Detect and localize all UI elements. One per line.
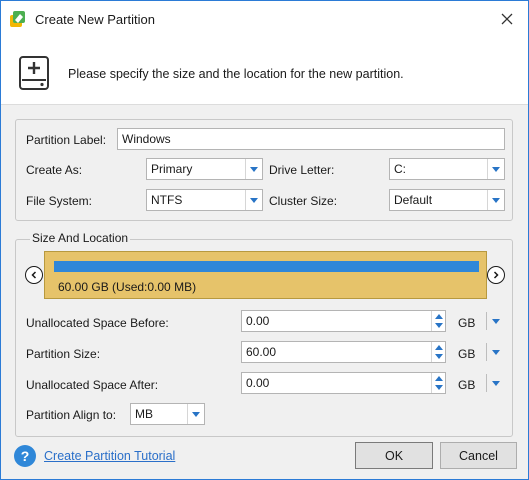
chevron-down-icon[interactable] — [487, 159, 504, 179]
space-after-unit: GB — [458, 378, 476, 392]
divider — [486, 374, 487, 392]
cancel-button[interactable]: Cancel — [440, 442, 517, 469]
space-before-input[interactable]: 0.00 — [241, 310, 446, 332]
partition-align-caption: Partition Align to: — [26, 408, 117, 422]
partition-align-dropdown[interactable]: MB — [130, 403, 205, 425]
partition-size-value: 60.00 — [246, 345, 277, 359]
tutorial-link[interactable]: Create Partition Tutorial — [44, 449, 175, 463]
close-icon[interactable] — [495, 8, 519, 30]
space-before-caption: Unallocated Space Before: — [26, 316, 169, 330]
partition-align-value: MB — [135, 407, 153, 421]
create-as-dropdown[interactable]: Primary — [146, 158, 263, 180]
file-system-dropdown[interactable]: NTFS — [146, 189, 263, 211]
chevron-down-icon[interactable] — [245, 159, 262, 179]
space-after-spinner[interactable] — [431, 373, 445, 393]
chevron-down-icon[interactable] — [487, 190, 504, 210]
space-after-value: 0.00 — [246, 376, 270, 390]
dialog-window: Create New Partition Please specify the … — [0, 0, 529, 480]
drive-letter-value: C: — [394, 162, 406, 176]
size-and-location-title: Size And Location — [30, 231, 131, 245]
space-before-value: 0.00 — [246, 314, 270, 328]
chevron-down-icon[interactable] — [187, 404, 204, 424]
partition-label-caption: Partition Label: — [26, 133, 107, 147]
partition-size-input[interactable]: 60.00 — [241, 341, 446, 363]
space-after-input[interactable]: 0.00 — [241, 372, 446, 394]
chevron-down-icon[interactable] — [489, 311, 503, 331]
partition-label-input[interactable]: Windows — [117, 128, 505, 150]
ok-button[interactable]: OK — [355, 442, 433, 469]
space-before-unit: GB — [458, 316, 476, 330]
partition-size-spinner[interactable] — [431, 342, 445, 362]
chevron-down-icon[interactable] — [245, 190, 262, 210]
partition-size-unit: GB — [458, 347, 476, 361]
chevron-down-icon[interactable] — [489, 373, 503, 393]
create-as-caption: Create As: — [26, 163, 83, 177]
title-bar: Create New Partition — [1, 1, 528, 39]
instruction-text: Please specify the size and the location… — [68, 67, 404, 81]
partition-label-value: Windows — [122, 132, 171, 146]
app-icon — [8, 9, 28, 29]
drive-letter-dropdown[interactable]: C: — [389, 158, 505, 180]
drive-letter-caption: Drive Letter: — [269, 163, 335, 177]
create-as-value: Primary — [151, 162, 193, 176]
partition-layout-block[interactable]: 60.00 GB (Used:0.00 MB) — [44, 251, 487, 299]
cluster-size-caption: Cluster Size: — [269, 194, 338, 208]
divider — [486, 343, 487, 361]
new-partition-disk-icon — [18, 55, 50, 91]
file-system-value: NTFS — [151, 193, 183, 207]
divider — [486, 312, 487, 330]
help-icon[interactable]: ? — [14, 445, 36, 467]
cluster-size-value: Default — [394, 193, 433, 207]
file-system-caption: File System: — [26, 194, 93, 208]
chevron-down-icon[interactable] — [489, 342, 503, 362]
partition-size-summary: 60.00 GB (Used:0.00 MB) — [58, 280, 197, 294]
dialog-header: Please specify the size and the location… — [1, 39, 528, 105]
move-right-icon[interactable] — [487, 266, 505, 284]
cluster-size-dropdown[interactable]: Default — [389, 189, 505, 211]
window-title: Create New Partition — [35, 12, 155, 27]
space-after-caption: Unallocated Space After: — [26, 378, 159, 392]
partition-size-handle[interactable] — [54, 261, 479, 272]
move-left-icon[interactable] — [25, 266, 43, 284]
partition-size-caption: Partition Size: — [26, 347, 101, 361]
space-before-spinner[interactable] — [431, 311, 445, 331]
